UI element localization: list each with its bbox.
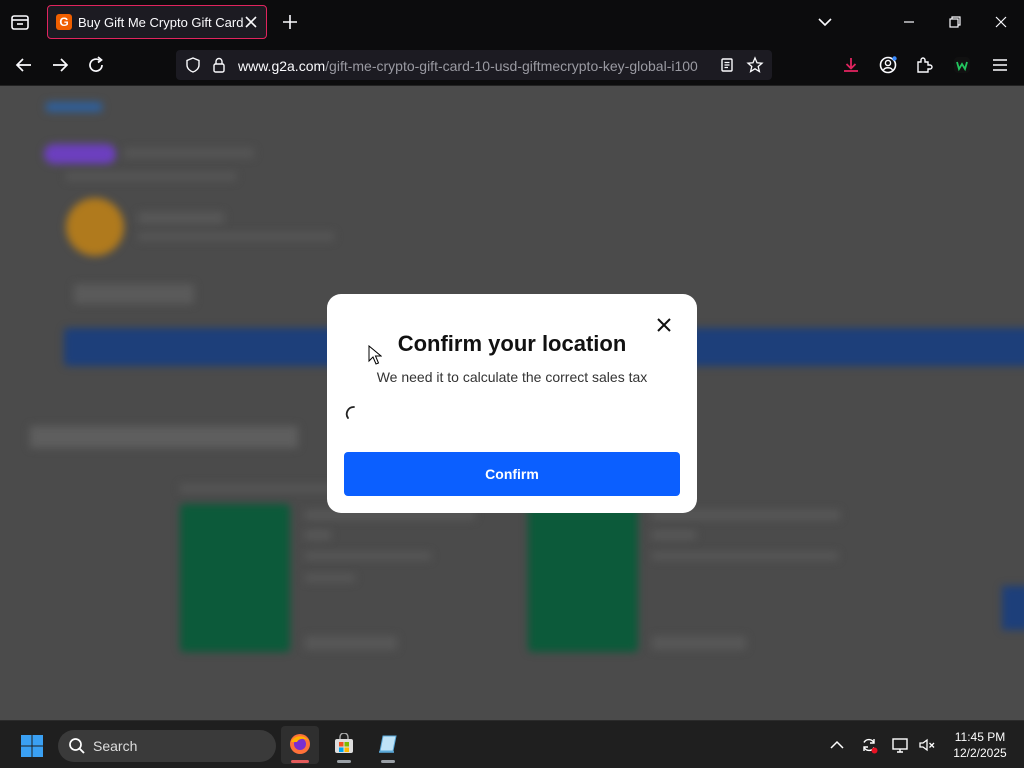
taskbar-clock[interactable]: 11:45 PM 12/2/2025 xyxy=(944,729,1016,761)
microsoft-store-icon xyxy=(335,733,353,753)
blurred-seller-avatar xyxy=(66,198,124,256)
blurred-side-button xyxy=(1002,586,1024,630)
running-indicator xyxy=(381,760,395,763)
tab-list-icon[interactable] xyxy=(8,10,32,34)
list-all-tabs-chevron-icon[interactable] xyxy=(815,12,835,32)
show-hidden-icons-chevron-up-icon[interactable] xyxy=(828,736,846,754)
blurred-price xyxy=(305,636,397,650)
blurred-text xyxy=(66,172,236,181)
blurred-breadcrumb xyxy=(46,102,102,112)
extension-w-icon[interactable] xyxy=(951,54,973,76)
clock-date: 12/2/2025 xyxy=(953,746,1007,760)
taskbar-search-box[interactable]: Search xyxy=(58,730,276,762)
windows-start-icon[interactable] xyxy=(20,734,44,758)
taskbar-microsoft-store[interactable] xyxy=(325,726,363,764)
clock-time: 11:45 PM xyxy=(954,730,1006,744)
sync-icon[interactable] xyxy=(860,736,878,754)
restore-icon[interactable] xyxy=(945,12,965,32)
reload-icon[interactable] xyxy=(85,54,107,76)
blurred-price xyxy=(74,284,194,304)
address-bar[interactable]: www.g2a.com/gift-me-crypto-gift-card-10-… xyxy=(176,50,772,80)
blurred-price xyxy=(652,636,746,650)
url-host: www.g2a.com xyxy=(238,58,326,74)
url-text: www.g2a.com/gift-me-crypto-gift-card-10-… xyxy=(238,58,708,74)
browser-tab-active[interactable]: G Buy Gift Me Crypto Gift Card 10 USD xyxy=(47,5,267,39)
blurred-seller-rating xyxy=(138,232,334,241)
g2a-favicon-icon: G xyxy=(56,14,72,30)
network-display-icon[interactable] xyxy=(891,736,909,754)
tablet-app-icon xyxy=(379,735,397,753)
taskbar-app[interactable] xyxy=(369,726,407,764)
browser-tab-bar: G Buy Gift Me Crypto Gift Card 10 USD xyxy=(0,0,1024,44)
windows-taskbar: Search 11:45 PM 12/2/2025 xyxy=(0,720,1024,768)
dialog-title: Confirm your location xyxy=(397,331,627,356)
back-arrow-icon[interactable] xyxy=(13,54,35,76)
tab-close-icon[interactable] xyxy=(244,15,258,29)
blurred-seller-name xyxy=(138,212,224,224)
blurred-product-image xyxy=(180,504,290,652)
browser-nav-bar: www.g2a.com/gift-me-crypto-gift-card-10-… xyxy=(0,44,1024,86)
search-icon xyxy=(69,738,85,754)
blurred-text xyxy=(652,552,838,560)
hamburger-menu-icon[interactable] xyxy=(989,54,1011,76)
dialog-subtitle: We need it to calculate the correct sale… xyxy=(376,369,648,385)
tab-title: Buy Gift Me Crypto Gift Card 10 USD xyxy=(78,15,246,30)
blurred-badge xyxy=(44,144,116,164)
url-path: /gift-me-crypto-gift-card-10-usd-giftmec… xyxy=(325,58,698,74)
taskbar-firefox[interactable] xyxy=(281,726,319,764)
running-indicator xyxy=(337,760,351,763)
blurred-text xyxy=(180,484,340,493)
loading-spinner-icon xyxy=(345,406,355,419)
forward-arrow-icon[interactable] xyxy=(49,54,71,76)
confirm-location-dialog: Confirm your location We need it to calc… xyxy=(327,294,697,513)
blurred-text xyxy=(652,530,696,540)
confirm-button[interactable]: Confirm xyxy=(344,452,680,496)
padlock-icon[interactable] xyxy=(210,56,228,74)
extensions-puzzle-icon[interactable] xyxy=(913,54,935,76)
active-indicator xyxy=(291,760,309,763)
tracking-shield-icon[interactable] xyxy=(184,56,202,74)
mouse-cursor-icon xyxy=(368,345,382,365)
search-label: Search xyxy=(93,738,138,754)
minimize-icon[interactable] xyxy=(899,12,919,32)
volume-muted-icon[interactable] xyxy=(918,736,936,754)
blurred-text xyxy=(305,552,431,560)
blurred-section-heading xyxy=(30,426,298,448)
account-avatar-icon[interactable] xyxy=(877,54,899,76)
firefox-icon xyxy=(290,734,310,754)
new-tab-plus-icon[interactable] xyxy=(280,12,300,32)
downloads-icon[interactable] xyxy=(840,54,862,76)
blurred-text xyxy=(124,148,254,158)
reader-view-icon[interactable] xyxy=(718,56,736,74)
bookmark-star-icon[interactable] xyxy=(746,56,764,74)
blurred-product-image xyxy=(528,504,638,652)
blurred-text xyxy=(305,530,331,540)
blurred-text xyxy=(305,574,355,582)
close-window-icon[interactable] xyxy=(991,12,1011,32)
